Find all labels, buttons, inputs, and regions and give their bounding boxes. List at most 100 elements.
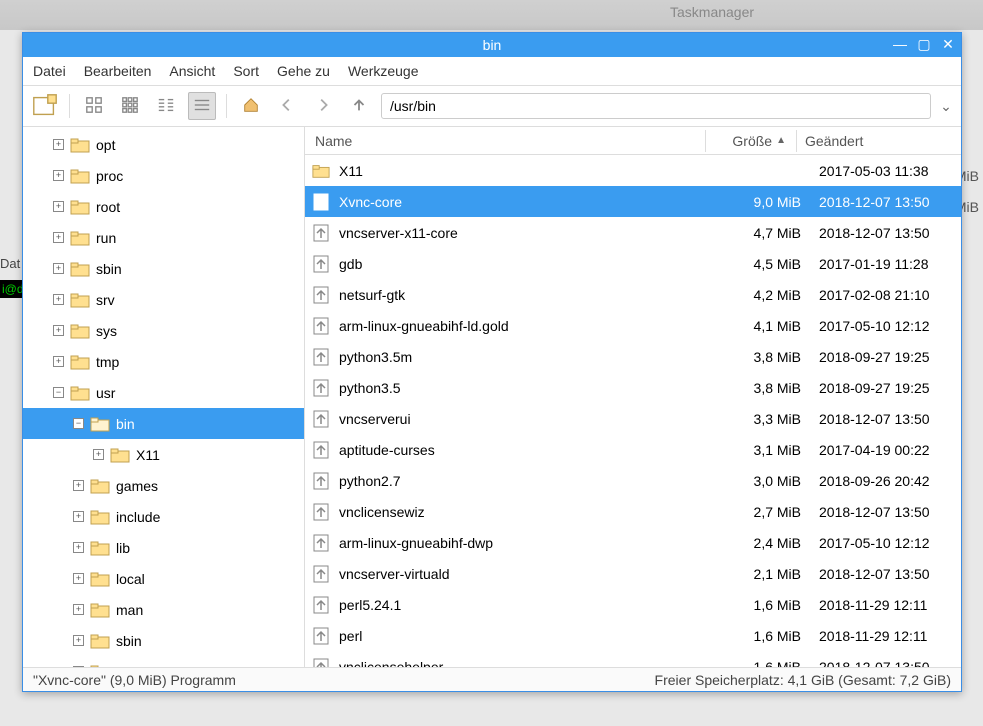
collapse-icon[interactable]: −: [53, 387, 64, 398]
tree-item[interactable]: +proc: [23, 160, 304, 191]
expand-icon[interactable]: +: [53, 263, 64, 274]
path-input[interactable]: [381, 93, 931, 119]
new-tab-button[interactable]: [31, 92, 59, 120]
tree-item[interactable]: +local: [23, 563, 304, 594]
expand-icon[interactable]: +: [73, 635, 84, 646]
file-row[interactable]: vnclicensehelper1,6 MiB2018-12-07 13:50: [305, 651, 961, 667]
file-row[interactable]: vnclicensewiz2,7 MiB2018-12-07 13:50: [305, 496, 961, 527]
view-small-icons-button[interactable]: [116, 92, 144, 120]
tree-item[interactable]: +run: [23, 222, 304, 253]
expand-icon[interactable]: +: [73, 480, 84, 491]
menu-go[interactable]: Gehe zu: [277, 63, 330, 79]
menu-file[interactable]: Datei: [33, 63, 66, 79]
path-dropdown-button[interactable]: ⌄: [939, 98, 953, 115]
file-size: 4,2 MiB: [721, 287, 811, 303]
file-row[interactable]: arm-linux-gnueabihf-dwp2,4 MiB2017-05-10…: [305, 527, 961, 558]
menu-tools[interactable]: Werkzeuge: [348, 63, 419, 79]
tree-item[interactable]: +man: [23, 594, 304, 625]
expand-icon[interactable]: +: [53, 139, 64, 150]
maximize-button[interactable]: ▢: [915, 35, 933, 53]
close-button[interactable]: ✕: [939, 35, 957, 53]
file-row[interactable]: X112017-05-03 11:38: [305, 155, 961, 186]
file-row[interactable]: perl5.24.11,6 MiB2018-11-29 12:11: [305, 589, 961, 620]
collapse-icon[interactable]: −: [73, 418, 84, 429]
tree-item[interactable]: +sbin: [23, 253, 304, 284]
expand-icon[interactable]: +: [93, 449, 104, 460]
folder-icon: [70, 230, 90, 246]
menu-edit[interactable]: Bearbeiten: [84, 63, 152, 79]
column-size[interactable]: Größe ▲: [706, 133, 796, 149]
forward-button[interactable]: [309, 92, 337, 120]
folder-icon: [70, 292, 90, 308]
file-row[interactable]: vncserver-x11-core4,7 MiB2018-12-07 13:5…: [305, 217, 961, 248]
expand-icon[interactable]: +: [73, 604, 84, 615]
list-compact-icon: [157, 96, 175, 117]
file-name: perl5.24.1: [339, 597, 401, 613]
tree-item[interactable]: −bin: [23, 408, 304, 439]
up-button[interactable]: [345, 92, 373, 120]
tree-item[interactable]: + opt: [23, 129, 304, 160]
view-details-button[interactable]: [188, 92, 216, 120]
tree-item[interactable]: +include: [23, 501, 304, 532]
tree-item[interactable]: +root: [23, 191, 304, 222]
file-list[interactable]: X112017-05-03 11:38Xvnc-core9,0 MiB2018-…: [305, 155, 961, 667]
tree-item[interactable]: +X11: [23, 439, 304, 470]
tree-item[interactable]: +sbin: [23, 625, 304, 656]
tree-item-label: sys: [96, 323, 117, 339]
tree-item[interactable]: + share: [23, 656, 304, 667]
folder-icon: [90, 478, 110, 494]
tree-item[interactable]: +srv: [23, 284, 304, 315]
column-name[interactable]: Name: [305, 133, 705, 149]
expand-icon[interactable]: +: [53, 170, 64, 181]
menu-view[interactable]: Ansicht: [169, 63, 215, 79]
tree-panel[interactable]: +opt+proc+root+run+sbin+srv+sys+tmp−usr−…: [23, 127, 305, 667]
file-modified: 2017-04-19 00:22: [811, 442, 961, 458]
back-button[interactable]: [273, 92, 301, 120]
file-size: 2,1 MiB: [721, 566, 811, 582]
file-row[interactable]: aptitude-curses3,1 MiB2017-04-19 00:22: [305, 434, 961, 465]
expand-icon[interactable]: +: [73, 542, 84, 553]
file-row[interactable]: vncserverui3,3 MiB2018-12-07 13:50: [305, 403, 961, 434]
tree-item[interactable]: + sys: [23, 315, 304, 346]
expand-icon[interactable]: +: [73, 511, 84, 522]
file-name-cell: Xvnc-core: [305, 192, 721, 212]
tree-item-label: share: [116, 664, 151, 668]
file-modified: 2018-12-07 13:50: [811, 504, 961, 520]
file-row[interactable]: python3.53,8 MiB2018-09-27 19:25: [305, 372, 961, 403]
column-modified[interactable]: Geändert: [797, 133, 947, 149]
tree-item[interactable]: +tmp: [23, 346, 304, 377]
view-compact-button[interactable]: [152, 92, 180, 120]
tree-item-label: opt: [96, 137, 115, 153]
expand-icon[interactable]: +: [53, 356, 64, 367]
file-row[interactable]: perl1,6 MiB2018-11-29 12:11: [305, 620, 961, 651]
file-row[interactable]: vncserver-virtuald2,1 MiB2018-12-07 13:5…: [305, 558, 961, 589]
expand-icon[interactable]: +: [53, 294, 64, 305]
file-row[interactable]: arm-linux-gnueabihf-ld.gold4,1 MiB2017-0…: [305, 310, 961, 341]
minimize-button[interactable]: —: [891, 35, 909, 53]
tree-item[interactable]: +games: [23, 470, 304, 501]
file-row[interactable]: gdb4,5 MiB2017-01-19 11:28: [305, 248, 961, 279]
file-row[interactable]: python3.5m3,8 MiB2018-09-27 19:25: [305, 341, 961, 372]
tree-item[interactable]: +lib: [23, 532, 304, 563]
file-row[interactable]: Xvnc-core9,0 MiB2018-12-07 13:50: [305, 186, 961, 217]
expand-icon[interactable]: +: [73, 666, 84, 667]
file-row[interactable]: python2.73,0 MiB2018-09-26 20:42: [305, 465, 961, 496]
file-row[interactable]: netsurf-gtk4,2 MiB2017-02-08 21:10: [305, 279, 961, 310]
home-icon: [242, 96, 260, 117]
expand-icon[interactable]: +: [53, 201, 64, 212]
background-text-1: Dat: [0, 256, 20, 271]
titlebar[interactable]: bin — ▢ ✕: [23, 33, 961, 57]
expand-icon[interactable]: +: [53, 325, 64, 336]
view-icons-button[interactable]: [80, 92, 108, 120]
expand-icon[interactable]: +: [53, 232, 64, 243]
executable-icon: [311, 502, 331, 522]
expand-icon[interactable]: +: [73, 573, 84, 584]
file-name-cell: vncserver-x11-core: [305, 223, 721, 243]
home-button[interactable]: [237, 92, 265, 120]
statusbar: "Xvnc-core" (9,0 MiB) Programm Freier Sp…: [23, 667, 961, 691]
file-size: 9,0 MiB: [721, 194, 811, 210]
file-name-cell: vnclicensewiz: [305, 502, 721, 522]
menu-sort[interactable]: Sort: [233, 63, 259, 79]
tree-item[interactable]: −usr: [23, 377, 304, 408]
file-modified: 2018-09-27 19:25: [811, 349, 961, 365]
